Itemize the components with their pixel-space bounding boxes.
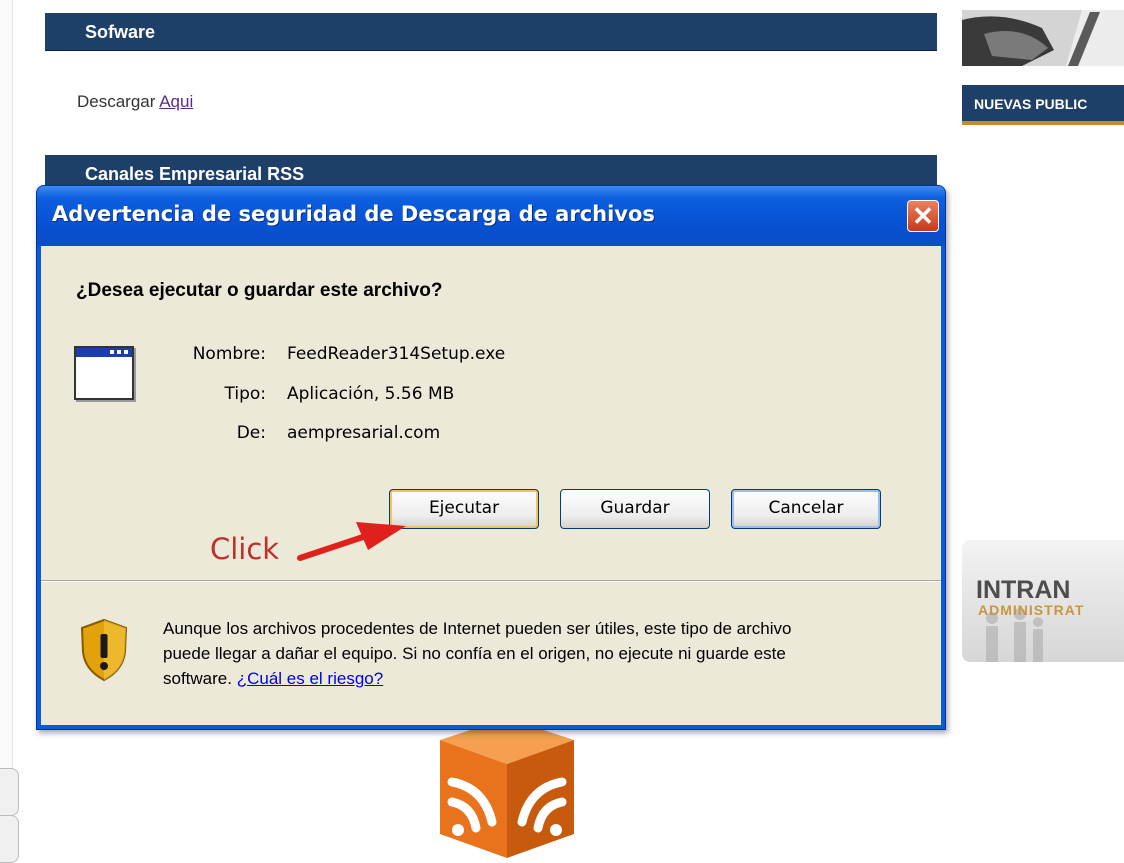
red-arrow-icon — [297, 522, 406, 561]
intranet-banner[interactable]: INTRAN ADMINISTRAT — [962, 540, 1124, 662]
intranet-title: INTRAN — [976, 576, 1071, 604]
download-text: Descargar — [77, 92, 156, 111]
dialog-divider — [41, 580, 941, 582]
file-source-label: De: — [236, 423, 266, 443]
file-name-label: Nombre: — [192, 344, 266, 364]
risk-link[interactable]: ¿Cuál es el riesgo? — [237, 669, 383, 688]
cancel-button[interactable]: Cancelar — [731, 489, 881, 529]
security-warning: Aunque los archivos procedentes de Inter… — [163, 616, 823, 691]
security-shield-icon — [80, 618, 128, 682]
run-button[interactable]: Ejecutar — [389, 489, 539, 529]
side-tab[interactable] — [0, 815, 19, 863]
download-line: Descargar Aqui — [77, 92, 193, 112]
close-button[interactable]: ✕ — [907, 200, 939, 232]
dialog-question: ¿Desea ejecutar o guardar este archivo? — [76, 280, 443, 301]
file-type-value: Aplicación, 5.56 MB — [287, 384, 455, 404]
dialog-body: ¿Desea ejecutar o guardar este archivo? … — [41, 246, 941, 725]
file-window-icon — [74, 346, 134, 400]
dialog-title: Advertencia de seguridad de Descarga de … — [52, 202, 655, 226]
news-banner[interactable]: NUEVAS PUBLIC — [962, 85, 1124, 125]
click-annotation: Click — [210, 532, 280, 566]
header-photo — [962, 10, 1124, 66]
file-source-value: aempresarial.com — [287, 423, 441, 443]
page-left-edge — [0, 0, 13, 858]
download-link[interactable]: Aqui — [159, 92, 193, 111]
file-type-label: Tipo: — [224, 384, 266, 404]
side-tab[interactable] — [0, 768, 19, 816]
intranet-subtitle: ADMINISTRAT — [978, 602, 1085, 618]
file-name-value: FeedReader314Setup.exe — [287, 344, 506, 364]
download-security-dialog: Advertencia de seguridad de Descarga de … — [36, 185, 946, 730]
rss-feed-icon[interactable] — [432, 718, 582, 858]
dialog-titlebar[interactable]: Advertencia de seguridad de Descarga de … — [37, 186, 945, 246]
close-icon: ✕ — [912, 201, 934, 231]
software-section-header: Sofware — [45, 13, 937, 51]
save-button[interactable]: Guardar — [560, 489, 710, 529]
